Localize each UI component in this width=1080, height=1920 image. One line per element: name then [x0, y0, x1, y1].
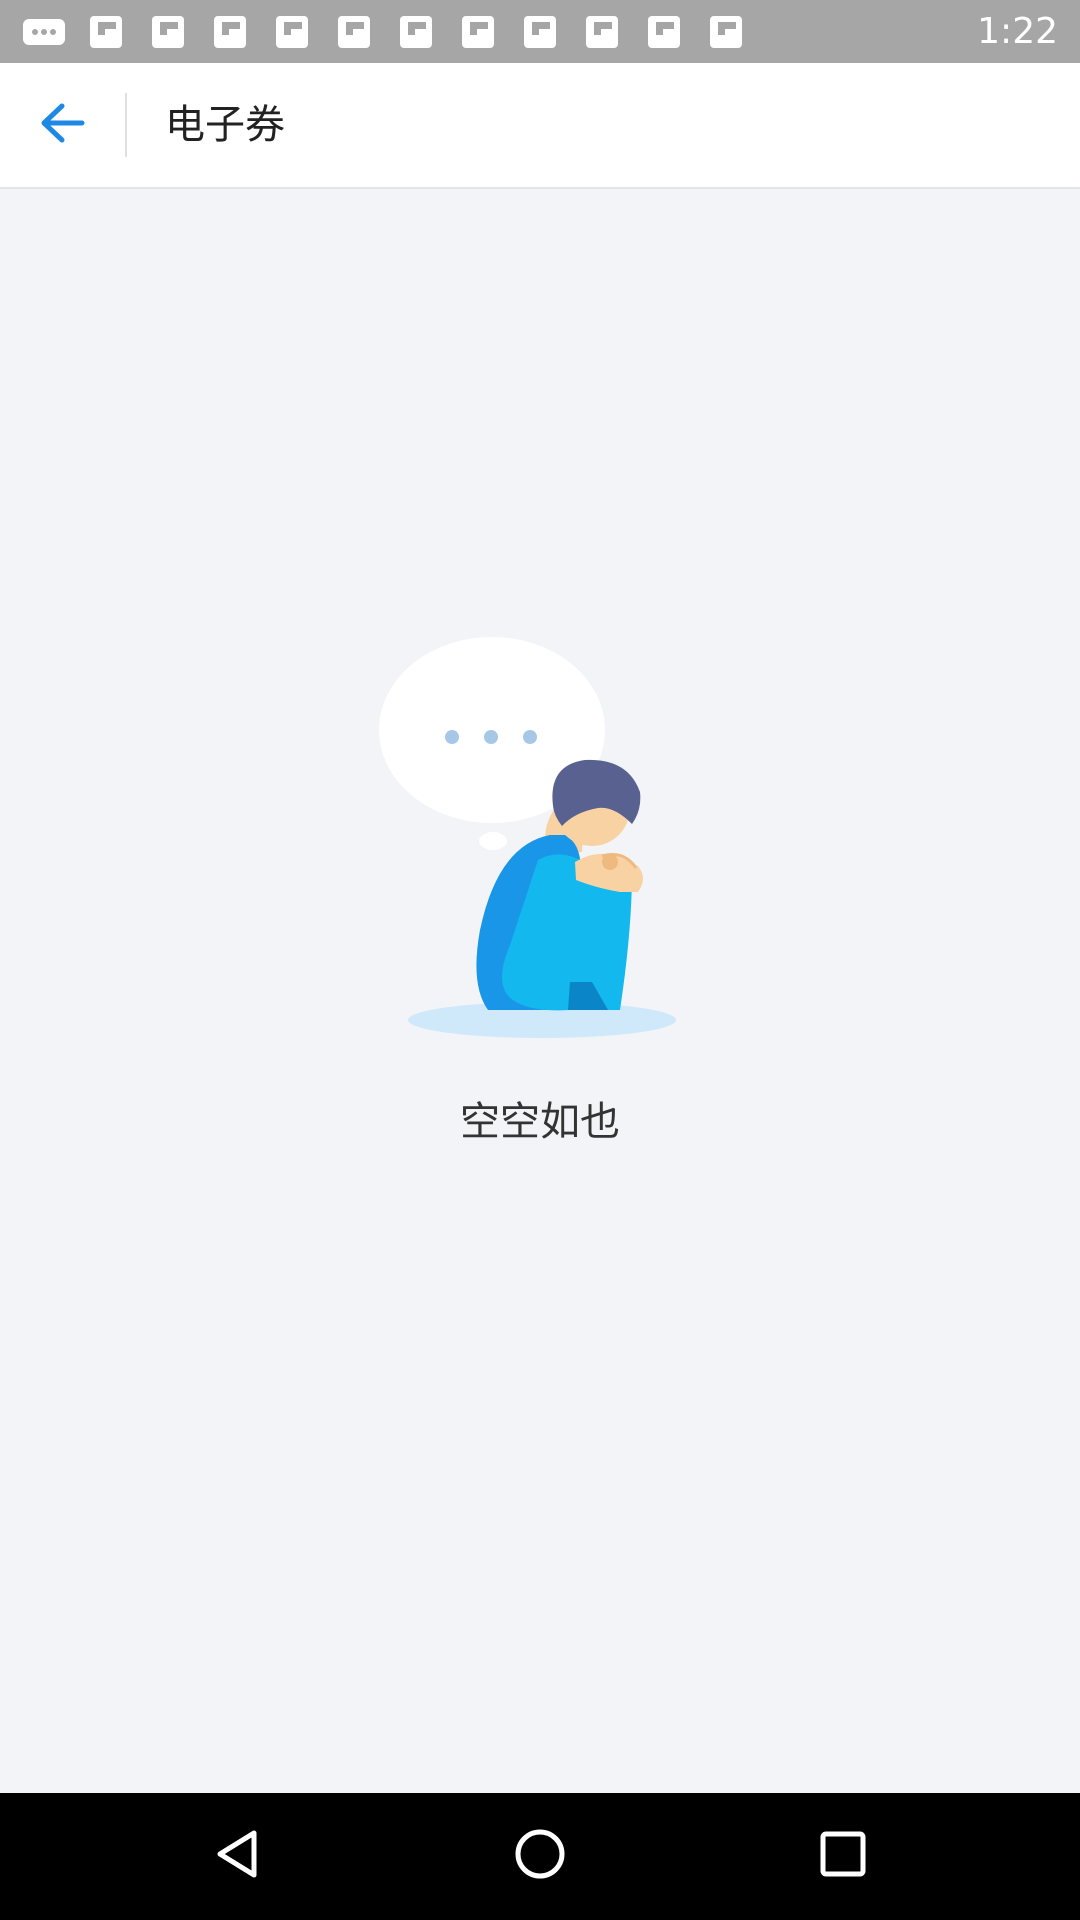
notification-icons	[22, 14, 748, 50]
recents-square-icon	[819, 1830, 867, 1882]
flipboard-icon	[456, 14, 500, 50]
flipboard-icon	[518, 14, 562, 50]
header-divider	[125, 93, 127, 157]
back-button[interactable]	[20, 85, 104, 165]
more-icon	[22, 14, 66, 50]
nav-back-button[interactable]	[197, 1816, 277, 1896]
arrow-left-icon	[38, 101, 86, 149]
status-time: 1:22	[977, 11, 1058, 52]
flipboard-icon	[394, 14, 438, 50]
back-triangle-icon	[212, 1828, 262, 1884]
app-bar: 电子券	[0, 63, 1080, 189]
flipboard-icon	[332, 14, 376, 50]
nav-recents-button[interactable]	[803, 1816, 883, 1896]
home-circle-icon	[513, 1827, 567, 1885]
screen: 1:22 电子券 空空如也	[0, 0, 1080, 1920]
page-title: 电子券	[165, 102, 285, 148]
nav-home-button[interactable]	[500, 1816, 580, 1896]
flipboard-icon	[704, 14, 748, 50]
flipboard-icon	[580, 14, 624, 50]
flipboard-icon	[146, 14, 190, 50]
flipboard-icon	[208, 14, 252, 50]
status-bar: 1:22	[0, 0, 1080, 63]
flipboard-icon	[642, 14, 686, 50]
flipboard-icon	[270, 14, 314, 50]
flipboard-icon	[84, 14, 128, 50]
empty-state-message: 空空如也	[460, 1099, 620, 1145]
empty-state-illustration	[370, 630, 690, 1050]
navigation-bar	[0, 1793, 1080, 1920]
